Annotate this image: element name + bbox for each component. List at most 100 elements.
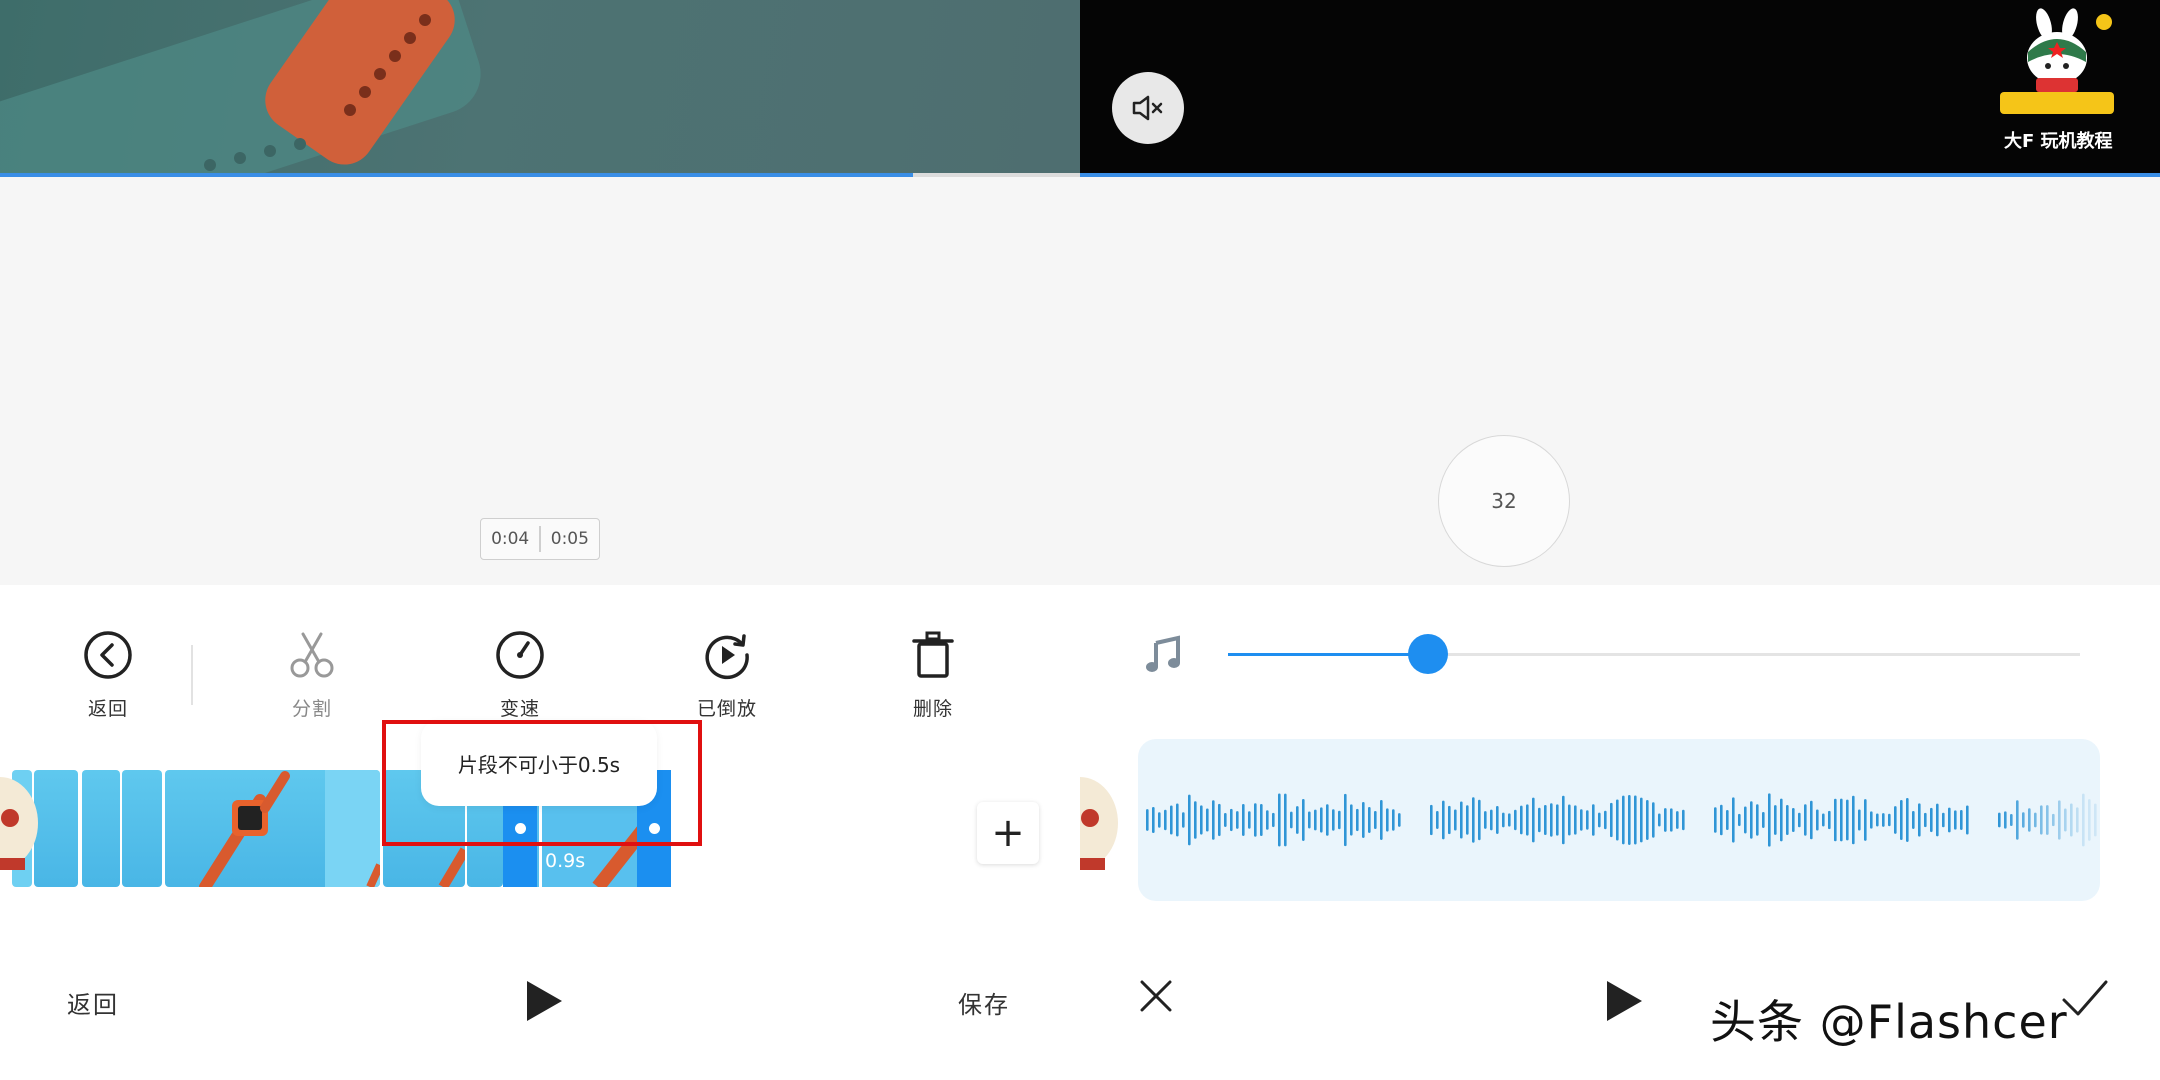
watch-image bbox=[199, 770, 380, 887]
waveform-bar bbox=[2028, 808, 2031, 832]
waveform-bar bbox=[1236, 811, 1239, 829]
waveform-bar bbox=[1792, 807, 1795, 833]
waveform-bar bbox=[1900, 799, 1903, 841]
waveform-bar bbox=[1302, 799, 1305, 841]
waveform-bar bbox=[2040, 805, 2043, 835]
waveform-bar bbox=[1942, 812, 1945, 828]
clip-thumbnail[interactable] bbox=[82, 770, 120, 887]
split-tool-label: 分割 bbox=[291, 698, 332, 720]
waveform-bar bbox=[1290, 811, 1293, 829]
save-button[interactable]: 保存 bbox=[958, 985, 1010, 1020]
waveform-bar bbox=[1320, 807, 1323, 833]
waveform-bar bbox=[1242, 804, 1245, 836]
reverse-tool-button[interactable]: 已倒放 bbox=[672, 630, 782, 721]
waveform-bar bbox=[1622, 795, 1625, 845]
waveform-bar bbox=[1966, 805, 1969, 835]
waveform-bar bbox=[1308, 811, 1311, 829]
waveform-bar bbox=[1442, 800, 1445, 840]
waveform-bar bbox=[2088, 799, 2091, 841]
playback-progress-bar[interactable] bbox=[0, 173, 1080, 177]
waveform-bar bbox=[1212, 800, 1215, 840]
waveform-bar bbox=[2046, 805, 2049, 835]
reverse-play-icon bbox=[705, 634, 749, 680]
time-display: 0:04 0:05 bbox=[480, 518, 600, 560]
logo-caption: 大F 玩机教程 bbox=[2004, 131, 2113, 152]
video-preview[interactable] bbox=[0, 0, 1080, 173]
waveform-bar bbox=[1744, 806, 1747, 834]
play-icon[interactable] bbox=[1604, 979, 1644, 1023]
playback-progress-bar-right[interactable] bbox=[1080, 173, 2160, 177]
waveform-bar bbox=[1338, 810, 1341, 830]
audio-waveform bbox=[1146, 793, 2097, 847]
waveform-bar bbox=[1816, 809, 1819, 831]
waveform-bar bbox=[1176, 803, 1179, 837]
back-tool-button[interactable]: 返回 bbox=[53, 630, 163, 721]
waveform-bar bbox=[1344, 793, 1347, 847]
waveform-bar bbox=[1658, 813, 1661, 827]
waveform-bar bbox=[1798, 812, 1801, 828]
current-time: 0:04 bbox=[491, 529, 530, 549]
check-icon[interactable] bbox=[2060, 974, 2110, 1024]
waveform-bar bbox=[1616, 799, 1619, 841]
waveform-bar bbox=[1544, 804, 1547, 836]
waveform-bar bbox=[1664, 808, 1667, 832]
waveform-bar bbox=[1472, 797, 1475, 843]
time-separator bbox=[539, 526, 541, 552]
waveform-bar bbox=[1502, 812, 1505, 828]
waveform-bar bbox=[2052, 813, 2055, 827]
waveform-bar bbox=[1314, 809, 1317, 831]
waveform-bar bbox=[1846, 799, 1849, 841]
split-tool-button[interactable]: 分割 bbox=[257, 630, 367, 721]
waveform-bar bbox=[1478, 799, 1481, 841]
waveform-bar bbox=[1164, 809, 1167, 831]
clip-thumbnail[interactable] bbox=[122, 770, 162, 887]
waveform-bar bbox=[1646, 800, 1649, 840]
waveform-bar bbox=[1152, 806, 1155, 834]
clip-thumbnail-watch[interactable] bbox=[165, 770, 380, 887]
close-icon[interactable] bbox=[1136, 976, 1176, 1016]
waveform-bar bbox=[1930, 807, 1933, 833]
waveform-bar bbox=[2094, 803, 2097, 837]
waveform-bar bbox=[1726, 809, 1729, 831]
waveform-bar bbox=[1520, 805, 1523, 835]
total-time: 0:05 bbox=[550, 529, 589, 549]
audio-waveform-track[interactable] bbox=[1138, 739, 2100, 901]
waveform-bar bbox=[1912, 811, 1915, 829]
waveform-bar bbox=[1430, 804, 1433, 836]
volume-slider-thumb[interactable] bbox=[1408, 634, 1449, 674]
waveform-bar bbox=[1272, 812, 1275, 828]
speed-tool-label: 变速 bbox=[499, 698, 540, 720]
waveform-bar bbox=[1786, 804, 1789, 836]
waveform-bar bbox=[1804, 804, 1807, 836]
waveform-bar bbox=[1556, 804, 1559, 836]
delete-tool-label: 删除 bbox=[912, 698, 953, 720]
waveform-bar bbox=[1538, 807, 1541, 833]
waveform-bar bbox=[1768, 793, 1771, 847]
music-note-icon bbox=[1146, 635, 1180, 672]
waveform-bar bbox=[1604, 810, 1607, 830]
mute-button[interactable] bbox=[1112, 72, 1184, 144]
waveform-bar bbox=[1822, 813, 1825, 827]
mascot-image bbox=[0, 777, 38, 870]
watermark-text: 头条 @Flashcer bbox=[1710, 995, 2068, 1049]
mascot-image bbox=[1080, 777, 1118, 870]
play-icon[interactable] bbox=[524, 979, 564, 1023]
waveform-bar bbox=[1598, 812, 1601, 828]
waveform-bar bbox=[1248, 811, 1251, 829]
waveform-bar bbox=[1392, 809, 1395, 831]
waveform-bar bbox=[1652, 802, 1655, 838]
waveform-bar bbox=[1714, 807, 1717, 833]
waveform-bar bbox=[1568, 804, 1571, 836]
waveform-bar bbox=[1362, 802, 1365, 838]
waveform-bar bbox=[1720, 804, 1723, 836]
bottom-back-button[interactable]: 返回 bbox=[67, 985, 119, 1020]
delete-tool-button[interactable]: 删除 bbox=[878, 630, 988, 721]
waveform-bar bbox=[1188, 794, 1191, 846]
waveform-bar bbox=[2082, 793, 2085, 847]
waveform-bar bbox=[2016, 800, 2019, 840]
volume-slider[interactable] bbox=[1228, 634, 2080, 674]
speed-tool-button[interactable]: 变速 bbox=[465, 630, 575, 721]
waveform-bar bbox=[1170, 805, 1173, 835]
waveform-bar bbox=[1182, 812, 1185, 828]
add-clip-button[interactable]: + bbox=[977, 802, 1039, 864]
